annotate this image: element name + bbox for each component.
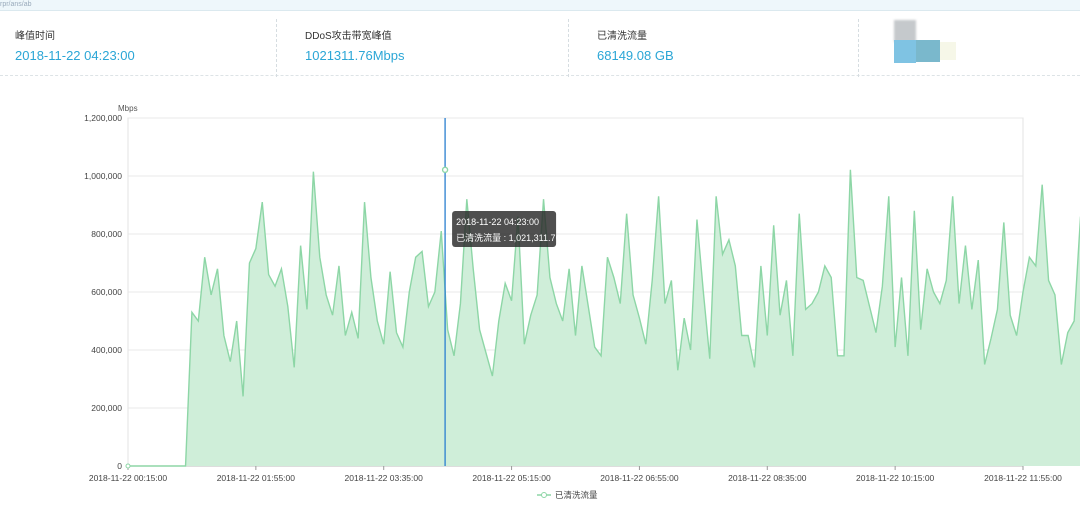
y-tick-label: 800,000 xyxy=(91,229,122,239)
y-axis-ticks: 0 200,000 400,000 600,000 800,000 1,000,000 1,… xyxy=(84,113,122,471)
y-tick-label: 1,200,000 xyxy=(84,113,122,123)
x-tick-label: 2018-11-22 03:35:00 xyxy=(345,473,424,483)
tooltip: 2018-11-22 04:23:00 已清洗流量 : 1,021,311.76 xyxy=(452,211,560,247)
legend-label: 已清洗流量 xyxy=(555,490,598,500)
x-tick-label: 2018-11-22 00:15:00 xyxy=(89,473,168,483)
x-tick-label: 2018-11-22 06:55:00 xyxy=(600,473,679,483)
y-tick-label: 200,000 xyxy=(91,403,122,413)
y-tick-label: 1,000,000 xyxy=(84,171,122,181)
x-tick-label: 2018-11-22 01:55:00 xyxy=(217,473,296,483)
tooltip-time: 2018-11-22 04:23:00 xyxy=(456,217,539,227)
tooltip-value: 已清洗流量 : 1,021,311.76 xyxy=(456,232,560,243)
x-tick-label: 2018-11-22 11:55:00 xyxy=(984,473,1062,483)
x-tick-label: 2018-11-22 05:15:00 xyxy=(472,473,551,483)
x-tick-label: 2018-11-22 08:35:00 xyxy=(728,473,807,483)
x-axis-ticks: 2018-11-22 00:15:00 2018-11-22 01:55:00 20… xyxy=(89,466,1062,483)
x-tick-label: 2018-11-22 10:15:00 xyxy=(856,473,935,483)
chart-legend[interactable]: 已清洗流量 xyxy=(537,490,598,500)
hovered-point xyxy=(441,166,449,174)
y-tick-label: 0 xyxy=(117,461,122,471)
traffic-chart: Mbps 0 200,000 400,000 600,000 800,000 1,000,… xyxy=(84,104,1080,500)
y-tick-label: 400,000 xyxy=(91,345,122,355)
y-axis-label: Mbps xyxy=(118,104,138,113)
series-end-point xyxy=(125,463,131,469)
plot-area xyxy=(125,169,1080,469)
legend-marker-icon xyxy=(541,492,547,498)
y-tick-label: 600,000 xyxy=(91,287,122,297)
